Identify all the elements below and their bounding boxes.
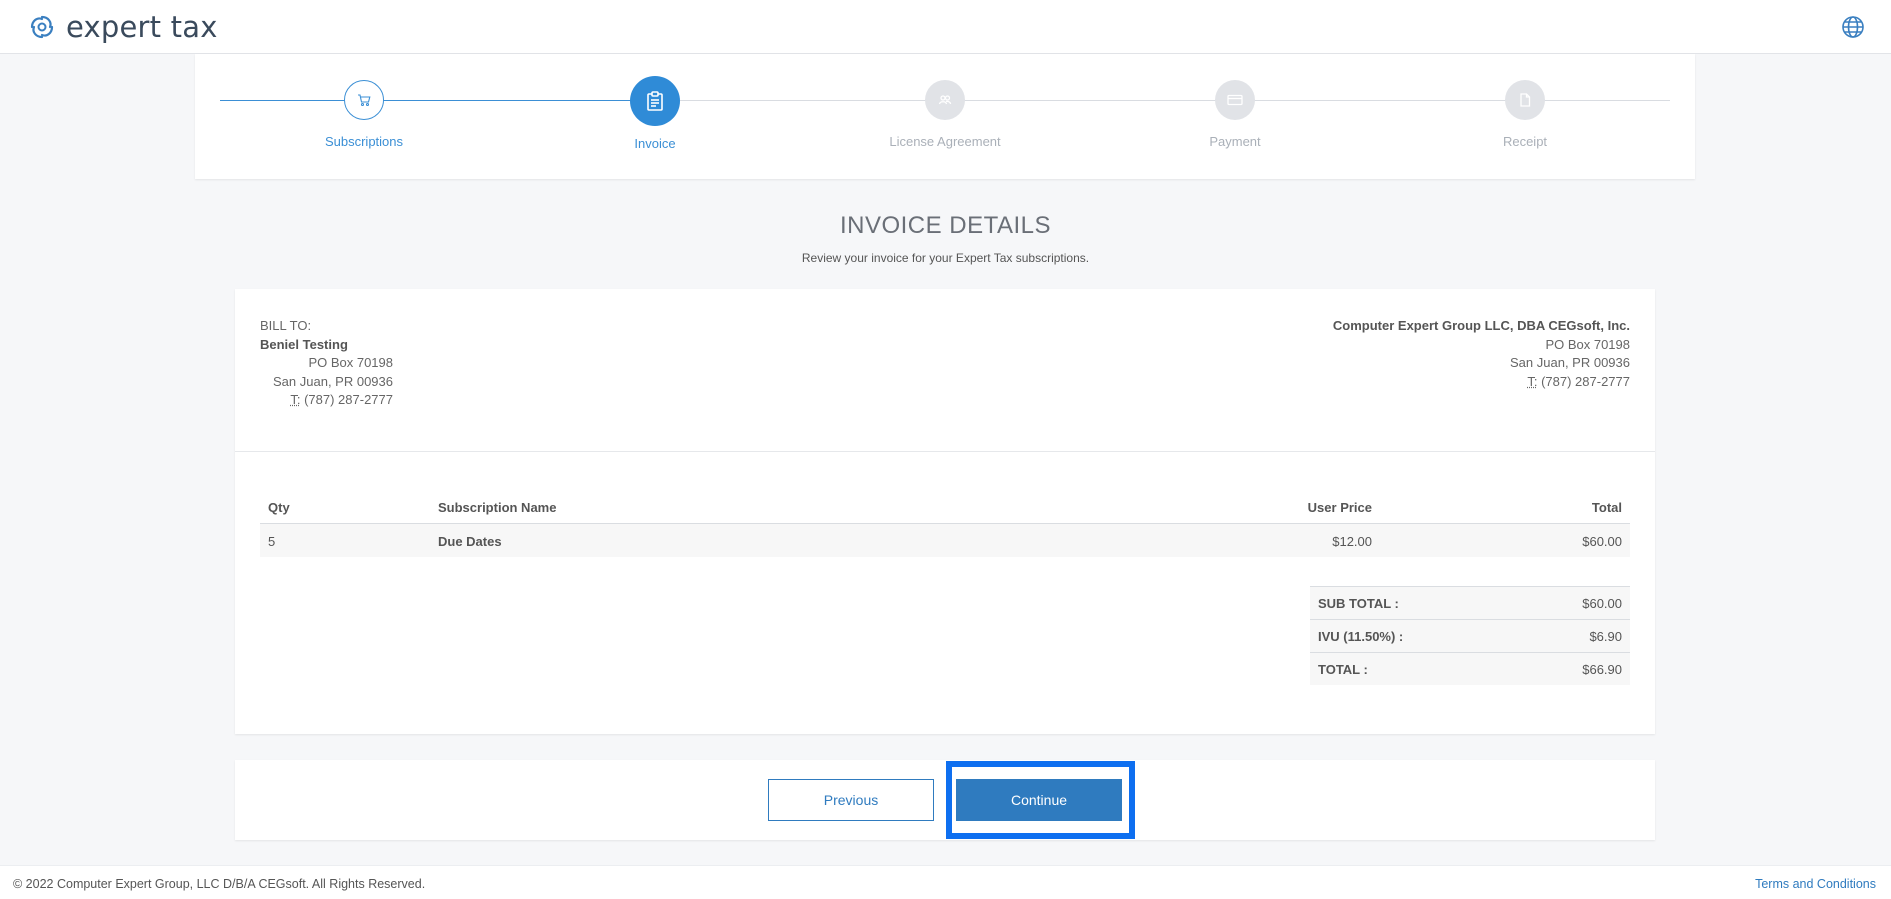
bill-to-name: Beniel Testing: [260, 336, 348, 352]
phone-label: T:: [290, 392, 301, 407]
document-icon: [1520, 93, 1531, 107]
divider: [235, 451, 1655, 452]
tax-row: IVU (11.50%) : $6.90: [1310, 619, 1630, 653]
previous-button[interactable]: Previous: [768, 779, 934, 821]
brand-logo[interactable]: expert tax: [28, 10, 218, 44]
table-header-row: Qty Subscription Name User Price Total: [260, 493, 1630, 524]
subtotal-row: SUB TOTAL : $60.00: [1310, 586, 1630, 620]
step-label: Subscriptions: [324, 134, 404, 149]
items-table: Qty Subscription Name User Price Total 5…: [260, 493, 1630, 557]
step-label: License Agreement: [889, 134, 1001, 149]
phone-label: T:: [1527, 373, 1538, 389]
step-circle: [925, 80, 965, 120]
cell-subscription-name: Due Dates: [430, 523, 1220, 557]
step-label: Receipt: [1502, 134, 1548, 149]
footer: © 2022 Computer Expert Group, LLC D/B/A …: [0, 865, 1891, 899]
globe-icon[interactable]: [1841, 15, 1865, 39]
company-address1: PO Box 70198: [1545, 336, 1630, 352]
total-value: $66.90: [1516, 652, 1630, 685]
bill-to-heading: BILL TO:: [260, 318, 312, 333]
copyright-text: © 2022 Computer Expert Group, LLC D/B/A …: [13, 877, 426, 891]
bill-to-address2: San Juan, PR 00936: [273, 373, 393, 389]
col-user-price: User Price: [1220, 493, 1380, 524]
cart-icon: [358, 94, 371, 107]
brand-name: expert tax: [66, 10, 218, 44]
step-circle: [630, 76, 680, 126]
col-subscription-name: Subscription Name: [430, 493, 1220, 524]
tax-label: IVU (11.50%) :: [1310, 619, 1517, 653]
users-icon: [938, 95, 952, 105]
tax-value: $6.90: [1516, 619, 1630, 653]
step-label: Payment: [1209, 134, 1261, 149]
step-payment: Payment: [1135, 54, 1335, 149]
company-phone: (787) 287-2777: [1541, 373, 1630, 389]
action-bar: Previous Continue: [235, 760, 1655, 840]
credit-card-icon: [1227, 94, 1243, 106]
terms-link[interactable]: Terms and Conditions: [1755, 877, 1876, 891]
page-title: INVOICE DETAILS: [839, 212, 1052, 239]
cell-qty: 5: [260, 523, 430, 557]
company-phone-line: T: (787) 287-2777: [1333, 373, 1630, 392]
subtotal-label: SUB TOTAL :: [1310, 586, 1517, 620]
bill-to-phone-line: T: (787) 287-2777: [260, 391, 393, 410]
totals-table: SUB TOTAL : $60.00 IVU (11.50%) : $6.90 …: [1310, 586, 1630, 685]
company-address2: San Juan, PR 00936: [1510, 355, 1630, 370]
clipboard-icon: [647, 91, 663, 111]
col-total: Total: [1380, 493, 1630, 524]
table-row: 5 Due Dates $12.00 $60.00: [260, 523, 1630, 557]
step-license-agreement: License Agreement: [845, 54, 1045, 149]
step-circle: [1505, 80, 1545, 120]
continue-button[interactable]: Continue: [956, 779, 1122, 821]
cell-total: $60.00: [1380, 523, 1630, 557]
step-invoice[interactable]: Invoice: [555, 54, 755, 151]
invoice-card: BILL TO: Beniel Testing PO Box 70198 San…: [235, 289, 1655, 734]
company-name: Computer Expert Group LLC, DBA CEGsoft, …: [1332, 318, 1630, 333]
top-bar: expert tax: [0, 0, 1891, 54]
bill-to-phone: (787) 287-2777: [304, 392, 393, 407]
cell-user-price: $12.00: [1220, 523, 1380, 557]
company-block: Computer Expert Group LLC, DBA CEGsoft, …: [1333, 317, 1630, 391]
col-qty: Qty: [260, 493, 430, 524]
step-label: Invoice: [634, 136, 676, 151]
swirl-logo-icon: [30, 15, 54, 39]
step-circle: [344, 80, 384, 120]
total-row: TOTAL : $66.90: [1310, 652, 1630, 685]
bill-to-address1: PO Box 70198: [308, 355, 393, 370]
step-receipt: Receipt: [1425, 54, 1625, 149]
page-subtitle: Review your invoice for your Expert Tax …: [801, 251, 1090, 265]
bill-to-block: BILL TO: Beniel Testing PO Box 70198 San…: [260, 317, 393, 410]
total-label: TOTAL :: [1310, 652, 1517, 685]
step-circle: [1215, 80, 1255, 120]
step-subscriptions[interactable]: Subscriptions: [264, 54, 464, 149]
subtotal-value: $60.00: [1516, 586, 1630, 620]
checkout-stepper: Subscriptions Invoice License Agreement: [195, 54, 1695, 179]
